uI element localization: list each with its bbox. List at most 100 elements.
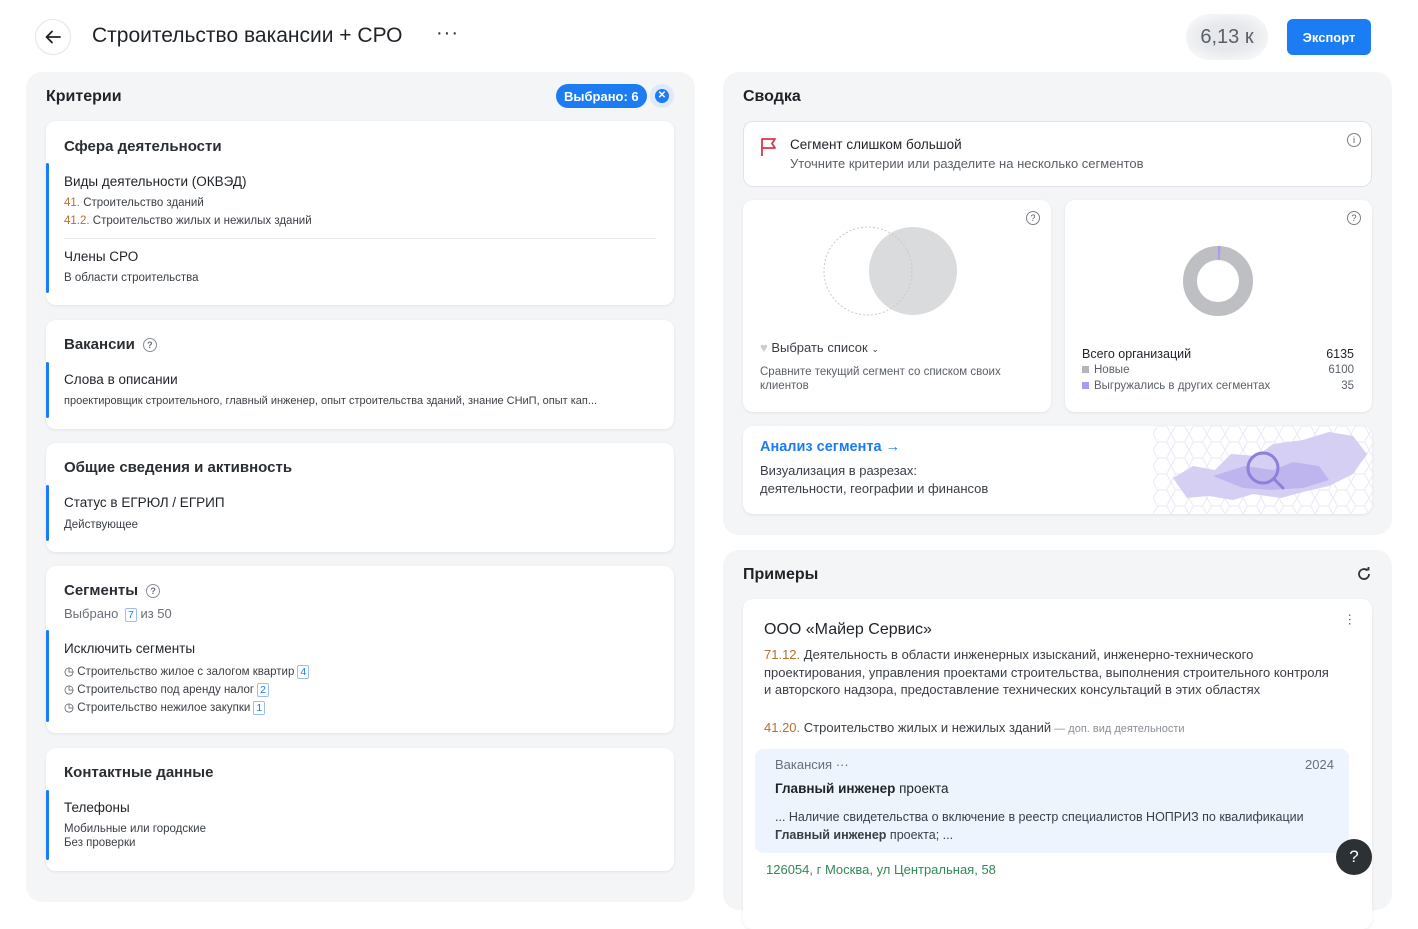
phones-line: Мобильные или городские <box>64 823 206 835</box>
analysis-title: Анализ сегмента <box>760 439 882 455</box>
activity-card[interactable]: Сфера деятельности Виды деятельности (ОК… <box>46 121 674 305</box>
heart-icon: ♥ <box>760 340 768 355</box>
okved-text: Деятельность в области инженерных изыска… <box>764 647 1329 697</box>
orgs-value: 35 <box>1341 380 1354 392</box>
more-menu-button[interactable]: ··· <box>436 22 459 45</box>
compare-card[interactable]: ? ♥ Выбрать список ⌄ Сравните текущий се… <box>743 200 1051 412</box>
segment-item: ◷ Строительство жилое с залогом квартир 4 <box>64 664 310 679</box>
segment-count: 4 <box>297 665 310 679</box>
examples-panel: Примеры ··· ООО «Майер Сервис» 71.12. Де… <box>723 550 1392 929</box>
vacancies-title-row: Вакансии? <box>64 336 157 353</box>
refresh-icon[interactable] <box>1357 567 1371 581</box>
segments-card[interactable]: Сегменты? Выбрано 7 из 50 Исключить сегм… <box>46 566 674 733</box>
okved-title: Виды деятельности (ОКВЭД) <box>64 174 247 189</box>
sro-title: Члены СРО <box>64 249 139 264</box>
vacancy-snippet: ... Наличие свидетельства о включение в … <box>775 808 1335 844</box>
vacancy-label: Вакансия <box>775 757 833 772</box>
summary-title: Сводка <box>743 88 801 105</box>
help-icon[interactable]: ? <box>1026 211 1040 225</box>
analysis-text: деятельности, географии и финансов <box>760 481 989 496</box>
segments-title-row: Сегменты? <box>64 582 161 599</box>
segments-selected: Выбрано 7 из 50 <box>64 606 172 622</box>
donut-chart <box>1183 246 1253 316</box>
phones-title: Телефоны <box>64 800 130 815</box>
back-button[interactable] <box>35 19 71 55</box>
vacancy-more[interactable]: ··· <box>836 757 849 772</box>
orgs-new-row: Новые 6100 <box>1082 364 1354 376</box>
okved-text: Строительство зданий <box>80 197 204 209</box>
flag-icon <box>761 138 776 156</box>
activity-title: Сфера деятельности <box>64 138 222 155</box>
okved-text: Строительство жилых и нежилых зданий <box>800 720 1052 735</box>
orgs-label: Всего организаций <box>1082 347 1192 361</box>
examples-title: Примеры <box>743 566 819 583</box>
arrow-left-icon <box>45 30 61 44</box>
kebab-menu-icon[interactable]: ··· <box>1343 613 1358 626</box>
choose-list-label: Выбрать список <box>771 340 868 355</box>
vacancy-title: Главный инженер проекта <box>775 781 949 796</box>
okved-code: 71.12. <box>764 647 801 662</box>
okved-code: 41.2. <box>64 215 90 227</box>
main-okved: 71.12. Деятельность в области инженерных… <box>764 646 1334 699</box>
info-icon[interactable]: i <box>1347 133 1361 147</box>
okved-code: 41.20. <box>764 720 801 735</box>
criteria-title: Критерии <box>46 88 122 105</box>
segment-item: ◷ Строительство под аренду налог 2 <box>64 682 269 697</box>
analysis-link[interactable]: Анализ сегмента → <box>760 439 900 455</box>
clock-icon: ◷ <box>64 684 75 696</box>
segment-item: ◷ Строительство нежилое закупки 1 <box>64 700 266 715</box>
vacancy-box[interactable]: Вакансия ··· 2024 Главный инженер проект… <box>755 749 1349 853</box>
example-company-card[interactable]: ··· ООО «Майер Сервис» 71.12. Деятельнос… <box>743 599 1372 929</box>
map-illustration <box>1153 426 1372 514</box>
snippet-part: проекта; ... <box>886 828 954 842</box>
help-button[interactable]: ? <box>1336 839 1372 875</box>
help-icon[interactable]: ? <box>142 338 157 353</box>
okved-code: 41. <box>64 197 80 209</box>
chevron-down-icon: ⌄ <box>871 344 879 354</box>
accent-bar <box>46 362 49 418</box>
selected-suffix: из 50 <box>140 606 172 621</box>
selected-count-badge[interactable]: Выбрано: 6 <box>556 84 647 108</box>
legend-swatch <box>1082 382 1089 390</box>
orgs-label: Новые <box>1094 364 1130 376</box>
vacancies-card[interactable]: Вакансии? Слова в описании проектировщик… <box>46 320 674 429</box>
company-name[interactable]: ООО «Майер Сервис» <box>764 621 932 639</box>
segment-label: Строительство нежилое закупки <box>77 702 251 714</box>
contacts-card[interactable]: Контактные данные Телефоны Мобильные или… <box>46 748 674 871</box>
vacancy-year: 2024 <box>1305 757 1334 772</box>
vacancies-title: Вакансии <box>64 336 135 353</box>
accent-bar <box>46 630 49 722</box>
page-header: Строительство вакансии + СРО ··· 6,13 к … <box>0 0 1418 72</box>
summary-panel: Сводка Сегмент слишком большой Уточните … <box>723 72 1392 535</box>
clock-icon: ◷ <box>64 702 75 714</box>
export-button[interactable]: Экспорт <box>1287 19 1371 55</box>
orgs-exported-row: Выгружались в других сегментах 35 <box>1082 380 1354 392</box>
legend-swatch <box>1082 366 1089 374</box>
okved-text: Строительство жилых и нежилых зданий <box>89 215 312 227</box>
extra-okved: 41.20. Строительство жилых и нежилых зда… <box>764 720 1185 735</box>
orgs-total-row: Всего организаций 6135 <box>1082 347 1354 361</box>
exclude-title: Исключить сегменты <box>64 641 196 656</box>
clear-selection-button[interactable]: ✕ <box>650 84 674 108</box>
segment-count: 2 <box>257 683 269 697</box>
okved-item: 41.2. Строительство жилых и нежилых здан… <box>64 215 312 227</box>
phones-line: Без проверки <box>64 837 136 849</box>
status-value: Действующее <box>64 519 138 531</box>
help-icon[interactable]: ? <box>1347 211 1361 225</box>
venn-diagram <box>823 226 957 316</box>
okved-item: 41. Строительство зданий <box>64 197 204 209</box>
choose-list-dropdown[interactable]: ♥ Выбрать список ⌄ <box>760 340 879 355</box>
organizations-card: ? Всего организаций 6135 Новые 6100 Выгруж… <box>1065 200 1372 412</box>
help-icon[interactable]: ? <box>146 584 161 599</box>
criteria-panel: Критерии Выбрано: 6 ✕ Сфера деятельности… <box>26 72 695 902</box>
segment-label: Строительство под аренду налог <box>77 684 255 696</box>
vacancy-title-rest: проекта <box>895 781 949 796</box>
words-value: проектировщик строительного, главный инж… <box>64 395 598 407</box>
warning-text: Уточните критерии или разделите на неско… <box>790 156 1144 171</box>
orgs-value: 6100 <box>1328 364 1354 376</box>
clock-icon: ◷ <box>64 666 75 678</box>
sro-value: В области строительства <box>64 272 199 284</box>
segment-analysis-card[interactable]: Анализ сегмента → Визуализация в разреза… <box>743 426 1372 514</box>
contacts-title: Контактные данные <box>64 764 214 781</box>
general-card[interactable]: Общие сведения и активность Статус в ЕГР… <box>46 443 674 552</box>
